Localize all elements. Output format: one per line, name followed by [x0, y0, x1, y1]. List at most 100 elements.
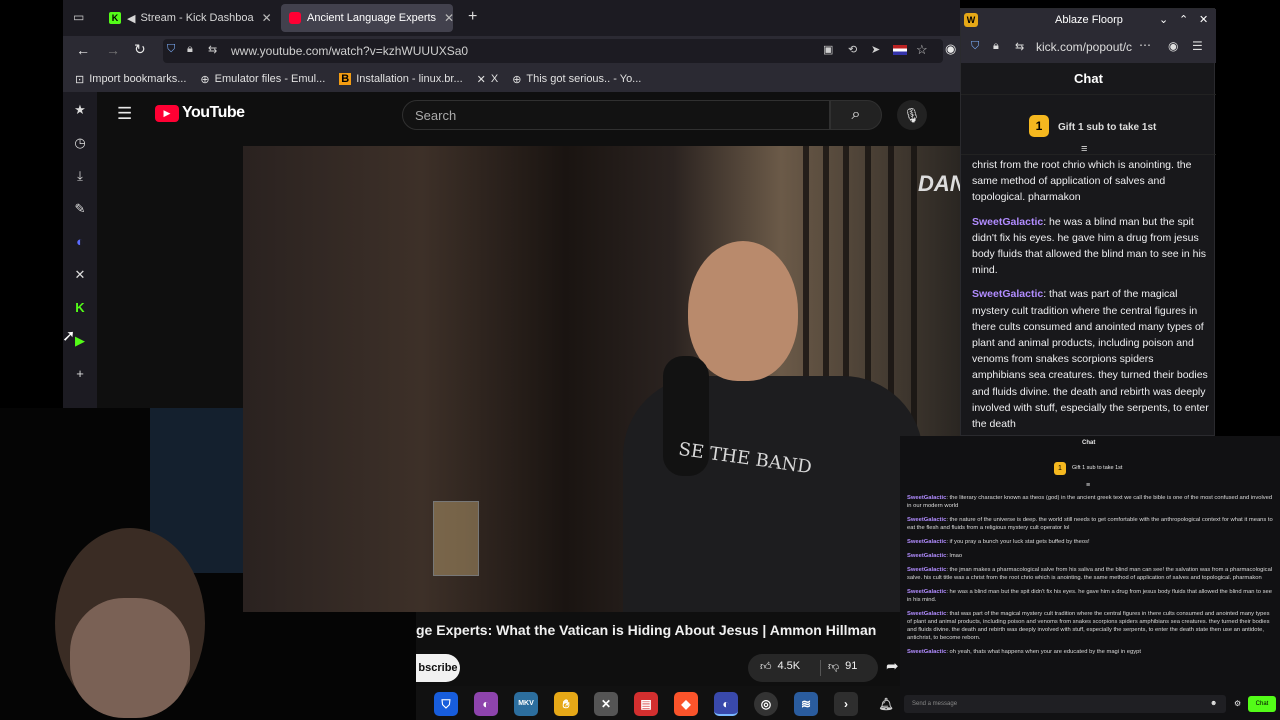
- close-icon[interactable]: ✕: [436, 11, 453, 25]
- history-icon[interactable]: ◷: [63, 135, 97, 151]
- forward-icon[interactable]: →: [106, 42, 120, 58]
- chat-username: SweetGalactic: [907, 611, 947, 617]
- more-icon[interactable]: ⋯: [1139, 38, 1151, 52]
- emoji-icon[interactable]: ☻: [1210, 700, 1217, 707]
- translate-icon[interactable]: ⟲: [848, 43, 857, 56]
- search-icon: ⌕: [851, 106, 861, 123]
- mkv-icon[interactable]: MKV: [514, 692, 538, 716]
- floorp-icon[interactable]: ◐: [714, 692, 738, 716]
- account-icon[interactable]: ◉: [1168, 39, 1178, 53]
- chat-message: SweetGalactic: the nature of the univers…: [907, 517, 1273, 531]
- app-red-icon[interactable]: ▤: [634, 692, 658, 716]
- speaker-icon[interactable]: ◀: [127, 12, 135, 25]
- popout-url-bar[interactable]: ⛉ 🔒︎ ⇆ kick.com/popout/c ⋯ ◉ ☰: [961, 31, 1216, 63]
- chat-message: SweetGalactic: he was a blind man but th…: [972, 215, 1207, 277]
- bitwarden-icon[interactable]: ⛉: [434, 692, 458, 716]
- chat-username[interactable]: SweetGalactic: [972, 288, 1043, 300]
- bookmark-label: Installation - linux.br...: [356, 73, 463, 85]
- lock-icon[interactable]: 🔒︎: [187, 43, 193, 56]
- message-text: he was a blind man but the spit didn't f…: [907, 589, 1272, 603]
- message-text: lmao: [949, 553, 963, 559]
- bookmark-x[interactable]: ✕ X: [477, 73, 499, 86]
- youtube-logo[interactable]: ▶ YouTube: [155, 104, 245, 122]
- chat-username: SweetGalactic: [907, 649, 947, 655]
- bookmark-emulator[interactable]: ⊕ Emulator files - Emul...: [200, 73, 325, 86]
- subscribe-button[interactable]: bscribe: [416, 654, 460, 682]
- chat-header: Chat: [961, 63, 1216, 95]
- dislike-count: 91: [845, 660, 858, 672]
- pencil-icon[interactable]: ✎: [63, 201, 97, 217]
- download-icon[interactable]: ⤓: [63, 168, 97, 184]
- back-icon[interactable]: ←: [76, 42, 90, 58]
- bookmark-youtube[interactable]: ⊕ This got serious.. - Yo...: [512, 73, 641, 86]
- maximize-icon[interactable]: ⌃: [1179, 13, 1188, 26]
- kick-icon[interactable]: K: [63, 300, 97, 315]
- add-panel-icon[interactable]: +: [63, 366, 97, 381]
- tab-list-icon[interactable]: ▭: [73, 10, 84, 24]
- notification-icon[interactable]: 🔔︎: [874, 692, 898, 716]
- chat-send-button[interactable]: Chat: [1248, 696, 1276, 712]
- vscode-icon[interactable]: ≋: [794, 692, 818, 716]
- message-text: the literary character known as theos (g…: [907, 495, 1273, 509]
- x-icon[interactable]: ✕: [63, 267, 97, 283]
- chat-input[interactable]: Send a message: [904, 695, 1226, 713]
- video-title-bar: ge Experts: What the Vatican is Hiding A…: [416, 612, 960, 652]
- menu-icon[interactable]: ☰: [1192, 39, 1203, 53]
- pin-icon[interactable]: ≡: [1081, 143, 1087, 155]
- pin-icon: ≡: [1086, 482, 1091, 489]
- share-icon[interactable]: ➦: [886, 657, 899, 675]
- message-text: oh yeah, thats what happens when your ar…: [949, 649, 1141, 655]
- tab-youtube-video[interactable]: Ancient Language Experts ✕: [281, 4, 453, 32]
- floorp-icon[interactable]: ◐: [63, 234, 97, 249]
- gift-badge-icon: 1: [1029, 115, 1049, 137]
- account-icon[interactable]: ◉: [945, 41, 956, 57]
- browser-icon[interactable]: ◐: [474, 692, 498, 716]
- dislike-button[interactable]: 👎︎ 91: [828, 660, 857, 673]
- close-icon[interactable]: ✕: [254, 11, 272, 25]
- tools-icon[interactable]: ✕: [594, 692, 618, 716]
- hand-icon[interactable]: ✋︎: [554, 692, 578, 716]
- shield-icon[interactable]: ⛉: [167, 43, 175, 56]
- divider: [820, 660, 821, 676]
- tab-label: Stream - Kick Dashboa: [140, 12, 254, 24]
- bookmark-import[interactable]: ⊡ Import bookmarks...: [75, 73, 186, 86]
- microphone-icon: 🎙︎: [903, 107, 921, 123]
- tab-label: Ancient Language Experts: [307, 12, 437, 24]
- picture-in-picture-icon[interactable]: ▣: [823, 43, 833, 56]
- search-button[interactable]: ⌕: [830, 100, 882, 130]
- permissions-icon[interactable]: ⇆: [208, 43, 217, 56]
- new-tab-icon[interactable]: +: [468, 8, 477, 26]
- terminal-icon[interactable]: ›: [834, 692, 858, 716]
- bookmark-star-icon[interactable]: ☆: [916, 42, 928, 58]
- flag-icon[interactable]: [893, 45, 907, 55]
- youtube-wordmark: YouTube: [182, 104, 245, 121]
- permissions-icon: ⇆: [1015, 41, 1025, 53]
- close-icon[interactable]: ✕: [1199, 13, 1208, 26]
- floorp-icon: W: [964, 13, 978, 27]
- bookmark-label: This got serious.. - Yo...: [526, 73, 642, 85]
- gift-sub-banner[interactable]: 1 Gift 1 sub to take 1st ≡: [961, 95, 1216, 155]
- video-person-head: [688, 241, 798, 381]
- brave-icon[interactable]: ◆: [674, 692, 698, 716]
- search-input[interactable]: Search: [402, 100, 830, 130]
- chat-username: SweetGalactic: [907, 567, 947, 573]
- video-actions: bscribe 👍︎ 4.5K 👎︎ 91 ➦: [416, 652, 960, 686]
- star-icon[interactable]: ★: [63, 102, 97, 118]
- send-icon[interactable]: ➤: [871, 43, 880, 56]
- chat-username[interactable]: SweetGalactic: [972, 216, 1043, 228]
- like-button[interactable]: 👍︎ 4.5K: [760, 660, 800, 673]
- settings-icon[interactable]: ⚙: [1234, 699, 1241, 708]
- reload-icon[interactable]: ↻: [134, 41, 146, 58]
- obs-icon[interactable]: ◎: [754, 692, 778, 716]
- chat-message: SweetGalactic: lmao: [907, 553, 963, 559]
- chevron-down-icon[interactable]: ⌄: [1159, 13, 1168, 26]
- bookmark-installation[interactable]: B Installation - linux.br...: [339, 73, 463, 85]
- message-text: the jman makes a pharmacological salve f…: [907, 567, 1273, 581]
- tab-kick-dashboard[interactable]: K ◀ Stream - Kick Dashboa ✕: [101, 4, 273, 32]
- voice-search-button[interactable]: 🎙︎: [897, 100, 927, 130]
- video-player[interactable]: SE THE BAND DAN: [243, 146, 960, 612]
- drinking-glass: [433, 501, 479, 576]
- url-bar[interactable]: ⛉ 🔒︎ ⇆ www.youtube.com/watch?v=kzhWUUUXS…: [163, 39, 943, 63]
- menu-icon[interactable]: ☰: [117, 104, 132, 124]
- message-text: christ from the root chrio which is anoi…: [972, 159, 1192, 204]
